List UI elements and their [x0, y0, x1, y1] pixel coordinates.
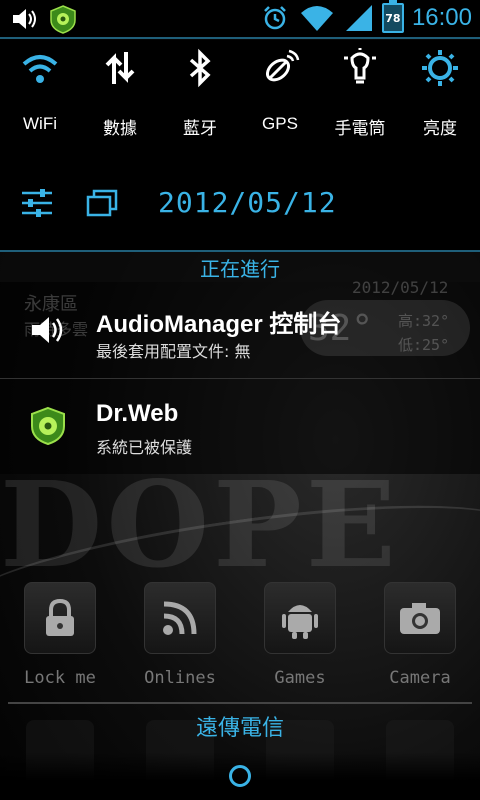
- volume-icon: [32, 317, 63, 343]
- toggle-bluetooth[interactable]: 藍牙: [160, 40, 240, 140]
- toggle-gps[interactable]: GPS: [240, 40, 320, 140]
- app-onlines[interactable]: Onlines: [120, 582, 240, 692]
- status-divider: [0, 37, 480, 39]
- camera-icon: [400, 603, 440, 634]
- carrier-divider: [8, 702, 472, 704]
- flashlight-icon: [344, 48, 376, 84]
- bluetooth-icon: [189, 48, 211, 88]
- settings-sliders-icon[interactable]: [20, 188, 54, 218]
- app-row: Lock me Onlines Games Camera: [0, 582, 480, 692]
- alarm-icon: [264, 6, 286, 30]
- wifi-icon: [300, 6, 333, 31]
- toggle-wifi[interactable]: WiFi: [0, 40, 80, 140]
- carrier-label: 遠傳電信: [195, 716, 284, 741]
- data-icon: [105, 52, 135, 84]
- toggle-label: WiFi: [23, 114, 57, 133]
- gps-icon: [265, 49, 300, 82]
- volume-icon: [13, 9, 36, 29]
- toggle-flashlight[interactable]: 手電筒: [320, 40, 400, 140]
- signal-icon: [345, 5, 372, 31]
- app-label: Lock me: [24, 668, 96, 688]
- wifi-icon: [22, 55, 58, 83]
- app-label: Camera: [389, 668, 451, 688]
- notification-subtitle: 系統已被保護: [96, 438, 193, 457]
- toggle-brightness[interactable]: 亮度: [400, 40, 480, 140]
- battery-level: 78: [385, 12, 401, 25]
- shade-handle[interactable]: [229, 765, 251, 787]
- brightness-icon: [422, 50, 458, 86]
- toggle-data[interactable]: 數據: [80, 40, 160, 140]
- quick-toggles: WiFi 數據 藍牙 GPS 手電筒 亮度: [0, 40, 480, 140]
- app-games[interactable]: Games: [240, 582, 360, 692]
- recent-apps-icon[interactable]: [86, 188, 118, 218]
- rss-icon: [163, 601, 197, 635]
- notification-divider: [0, 378, 480, 379]
- toggle-label: 亮度: [423, 119, 457, 138]
- notification-drweb[interactable]: Dr.Web 系統已被保護: [0, 378, 480, 474]
- app-lock-me[interactable]: Lock me: [0, 582, 120, 692]
- app-camera[interactable]: Camera: [360, 582, 480, 692]
- toggle-label: 數據: [103, 119, 137, 138]
- notification-subtitle: 最後套用配置文件: 無: [96, 342, 251, 361]
- shade-date[interactable]: 2012/05/12: [158, 186, 337, 219]
- toggle-label: 手電筒: [334, 119, 386, 138]
- toggle-label: 藍牙: [183, 119, 217, 138]
- toggle-label: GPS: [262, 114, 298, 133]
- android-icon: [282, 605, 318, 639]
- status-bar: 78 16:00: [0, 0, 480, 38]
- battery-icon: 78: [381, 0, 404, 33]
- drweb-icon: [50, 5, 76, 34]
- app-label: Games: [274, 668, 326, 688]
- notification-title: AudioManager 控制台: [96, 311, 342, 338]
- notification-title: Dr.Web: [96, 400, 179, 427]
- notification-audiomanager[interactable]: AudioManager 控制台 最後套用配置文件: 無: [0, 282, 480, 378]
- lock-icon: [46, 598, 74, 636]
- app-label: Onlines: [144, 668, 216, 688]
- ongoing-title: 正在進行: [200, 256, 280, 281]
- drweb-icon: [31, 406, 65, 446]
- status-clock: 16:00: [411, 4, 472, 31]
